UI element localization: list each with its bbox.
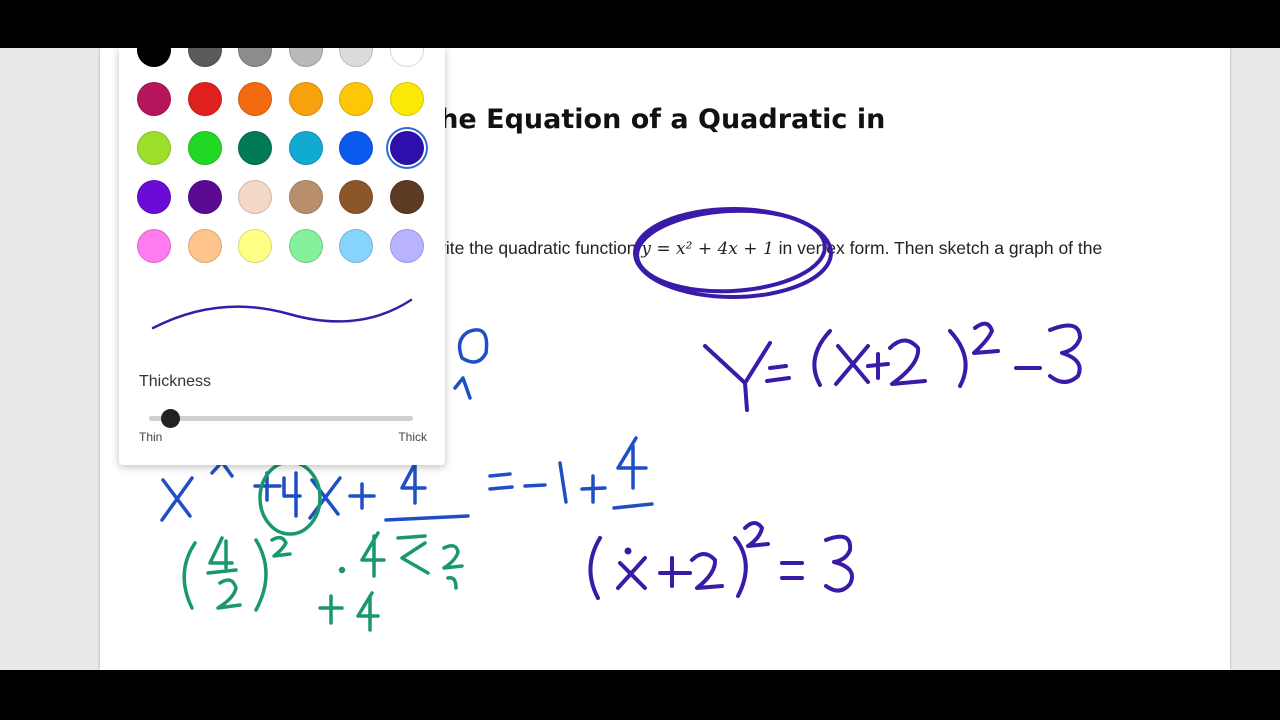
stroke-preview xyxy=(151,298,413,330)
color-swatch[interactable] xyxy=(389,48,424,67)
color-swatch[interactable] xyxy=(238,48,272,67)
letterbox-bottom xyxy=(0,670,1280,720)
thickness-slider-thumb[interactable] xyxy=(161,409,181,428)
color-swatch[interactable] xyxy=(389,229,424,263)
color-swatch[interactable] xyxy=(187,48,222,67)
document-viewport[interactable]: e Square to Write the Equation of a Quad… xyxy=(0,48,1280,670)
color-swatch[interactable] xyxy=(137,82,171,116)
color-swatch[interactable] xyxy=(238,229,272,263)
color-swatch[interactable] xyxy=(187,82,222,116)
color-swatch[interactable] xyxy=(187,131,222,165)
color-swatch[interactable] xyxy=(238,82,272,116)
color-swatch[interactable] xyxy=(339,82,373,116)
color-swatch[interactable] xyxy=(389,180,424,214)
thickness-min-label: Thin xyxy=(139,430,163,444)
color-swatch[interactable] xyxy=(137,229,171,263)
thickness-max-label: Thick xyxy=(398,430,427,444)
color-swatch[interactable] xyxy=(339,131,373,165)
color-swatch[interactable] xyxy=(187,229,222,263)
color-swatch[interactable] xyxy=(288,229,323,263)
color-swatch[interactable] xyxy=(288,131,323,165)
color-swatch[interactable] xyxy=(339,48,373,67)
color-swatch[interactable] xyxy=(238,131,272,165)
color-swatch[interactable] xyxy=(288,48,323,67)
color-swatch[interactable] xyxy=(288,180,323,214)
color-swatch[interactable] xyxy=(137,180,171,214)
pen-settings-panel: Thickness Thin Thick xyxy=(119,48,445,465)
color-swatch[interactable] xyxy=(288,82,323,116)
thickness-slider-track[interactable] xyxy=(149,416,413,421)
color-swatch[interactable] xyxy=(187,180,222,214)
color-swatch[interactable] xyxy=(389,131,424,165)
color-swatch[interactable] xyxy=(389,82,424,116)
ink-equation-bottom xyxy=(588,521,854,600)
ink-vertex-form xyxy=(703,321,1082,412)
color-swatch[interactable] xyxy=(238,180,272,214)
thickness-label: Thickness xyxy=(139,373,212,390)
color-swatch[interactable] xyxy=(339,180,373,214)
letterbox-top xyxy=(0,0,1280,48)
color-swatch[interactable] xyxy=(137,131,171,165)
color-palette xyxy=(137,48,437,263)
color-swatch[interactable] xyxy=(339,229,373,263)
color-swatch[interactable] xyxy=(137,48,171,67)
ink-circle-equation xyxy=(633,207,833,299)
